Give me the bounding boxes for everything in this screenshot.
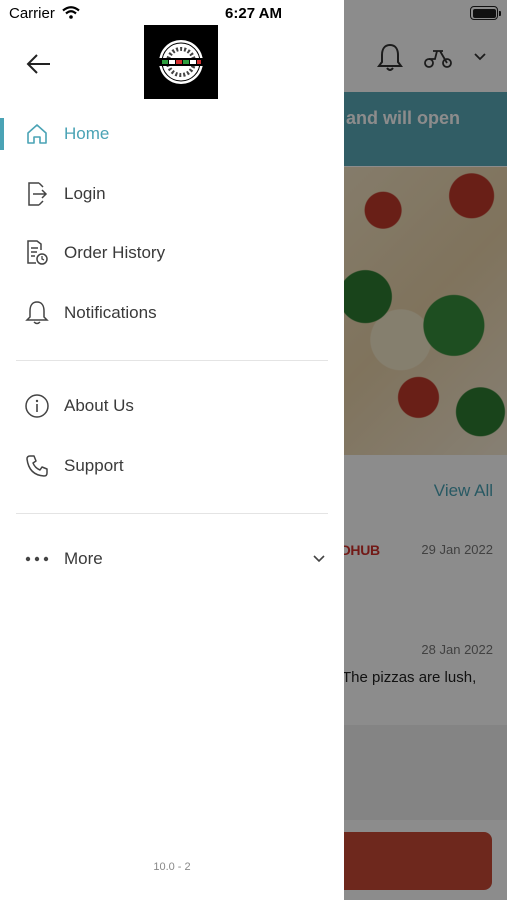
battery-icon xyxy=(470,6,501,20)
app-version: 10.0 - 2 xyxy=(153,861,191,873)
back-button[interactable] xyxy=(24,50,54,78)
menu-item-label: Order History xyxy=(64,243,166,262)
arrow-left-icon xyxy=(26,54,50,74)
menu-item-label: Support xyxy=(64,456,124,475)
menu-divider xyxy=(16,360,328,361)
menu-item-more[interactable]: More xyxy=(0,533,344,585)
menu-item-label: Login xyxy=(64,184,106,203)
clock: 6:27 AM xyxy=(225,5,282,22)
menu-item-home[interactable]: Home xyxy=(0,108,344,160)
menu-item-label: More xyxy=(64,549,103,568)
menu-item-label: Home xyxy=(64,124,110,143)
menu-item-order-history[interactable]: Order History xyxy=(0,227,344,279)
restaurant-logo xyxy=(144,25,218,99)
status-bar: Carrier 6:27 AM xyxy=(0,0,507,28)
phone-icon xyxy=(24,453,50,479)
pizza-logo-icon xyxy=(159,40,203,84)
menu-item-about-us[interactable]: About Us xyxy=(0,380,344,432)
login-icon xyxy=(24,181,50,207)
chevron-down-icon[interactable] xyxy=(312,554,326,564)
menu-item-support[interactable]: Support xyxy=(0,440,344,492)
bell-icon xyxy=(24,300,50,326)
home-icon xyxy=(24,121,50,147)
info-icon xyxy=(24,393,50,419)
menu-item-notifications[interactable]: Notifications xyxy=(0,287,344,339)
menu-item-label: Notifications xyxy=(64,303,157,322)
menu-item-label: About Us xyxy=(64,396,134,415)
more-dots-icon xyxy=(24,546,50,572)
order-history-icon xyxy=(24,240,50,266)
menu-divider xyxy=(16,513,328,514)
side-drawer: Home Login Order History Notifications A… xyxy=(0,0,344,900)
menu-item-login[interactable]: Login xyxy=(0,168,344,220)
